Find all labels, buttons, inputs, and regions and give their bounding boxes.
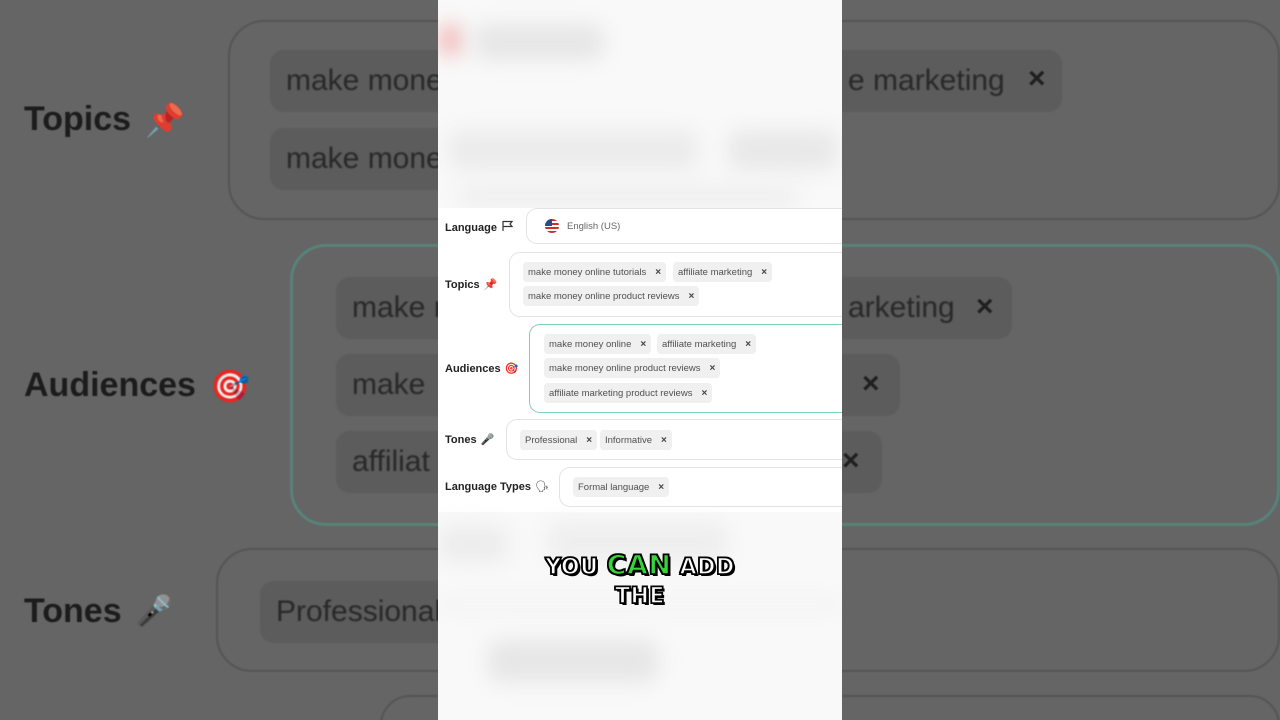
remove-chip-icon[interactable]: × (689, 291, 695, 302)
topic-chip: make money online tutorials × (523, 262, 667, 282)
audiences-input[interactable]: make money online × affiliate marketing × … (529, 324, 842, 413)
remove-chip-icon[interactable]: × (761, 267, 767, 278)
remove-chip-icon[interactable]: × (710, 363, 716, 374)
tones-label: Tones 🎤 (445, 433, 495, 447)
topic-chip: affiliate marketing × (673, 262, 773, 282)
audience-chip: affiliate marketing × (657, 334, 757, 354)
remove-chip-icon[interactable]: × (655, 267, 661, 278)
remove-chip-icon[interactable]: × (661, 435, 667, 446)
background-left: make mone make mone Topics 📌 make m make… (0, 0, 438, 720)
audience-chip: affiliate marketing product reviews × (544, 383, 713, 403)
pushpin-icon: 📌 (483, 279, 498, 291)
tones-input[interactable]: Professional × Informative × (506, 419, 842, 460)
caption-line-1: YOU CAN ADD (545, 550, 735, 581)
caption-line-2: THE (614, 583, 665, 610)
audience-chip: make money online × (544, 334, 652, 354)
blurred-top-region (438, 0, 842, 208)
remove-chip-icon[interactable]: × (745, 339, 751, 350)
topics-input[interactable]: make money online tutorials × affiliate m… (509, 252, 842, 317)
topics-label: Topics 📌 (445, 278, 498, 292)
language-label: Language (445, 220, 514, 235)
remove-chip-icon[interactable]: × (586, 435, 592, 446)
language-value: English (US) (567, 221, 621, 232)
topic-chip: make money online product reviews × (523, 286, 700, 306)
background-right: e marketing × arketing × × × (842, 0, 1280, 720)
us-flag-icon (545, 219, 559, 233)
language-types-input[interactable]: Formal language × (559, 467, 842, 507)
language-types-label: Language Types 🗣 (445, 480, 549, 494)
remove-chip-icon[interactable]: × (640, 339, 646, 350)
audiences-label: Audiences 🎯 (445, 362, 519, 376)
remove-chip-icon[interactable]: × (658, 482, 664, 493)
video-panel: Language English (US) Topics 📌 make mone… (438, 0, 842, 720)
speaking-head-icon: 🗣 (534, 481, 549, 493)
remove-chip-icon[interactable]: × (701, 388, 707, 399)
flag-outline-icon (501, 220, 514, 235)
tone-chip: Informative × (600, 430, 672, 450)
language-type-chip: Formal language × (573, 477, 670, 497)
language-select[interactable]: English (US) (526, 208, 842, 244)
audience-chip: make money online product reviews × (544, 358, 721, 378)
microphone-icon: 🎤 (480, 434, 495, 446)
preferences-form: Language English (US) Topics 📌 make mone… (438, 208, 842, 512)
blurred-bottom-region (438, 512, 842, 720)
target-icon: 🎯 (504, 363, 519, 375)
tone-chip: Professional × (520, 430, 598, 450)
